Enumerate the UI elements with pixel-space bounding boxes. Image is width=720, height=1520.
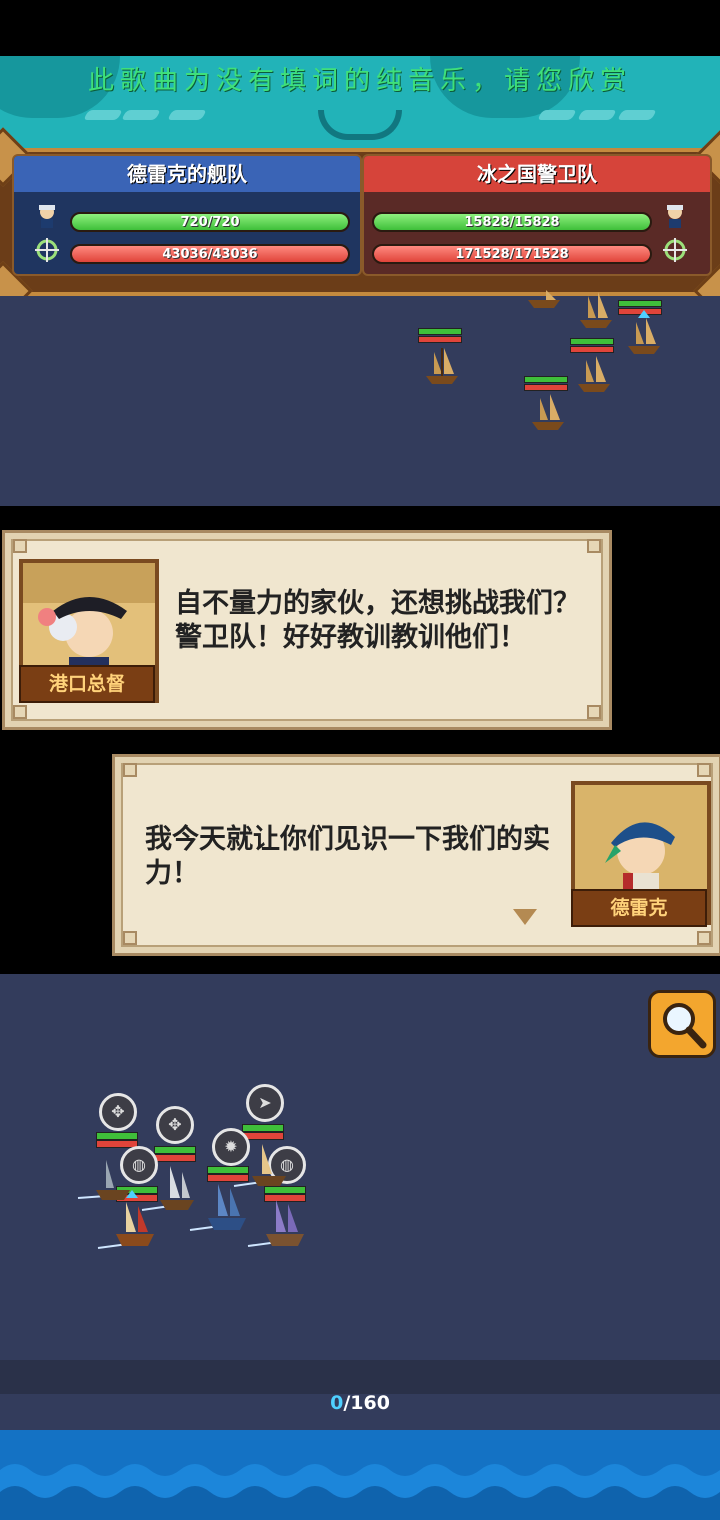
unit-class-icon[interactable]: ➤: [246, 1084, 284, 1122]
ship-hp-bars: [418, 328, 462, 343]
enemy-ship[interactable]: [574, 352, 614, 396]
enemy-crew-value: 15828/15828: [464, 215, 560, 230]
water-border: [0, 1430, 720, 1520]
ship-wheel-icon: [32, 236, 62, 264]
sea-area-enemy: [0, 290, 720, 506]
speaker-nameplate: 德雷克: [571, 889, 707, 927]
continue-arrow-icon[interactable]: [513, 909, 537, 925]
dialog-corner: [13, 539, 27, 553]
dialog-corner: [123, 931, 137, 945]
dialog-corner: [587, 539, 601, 553]
banner-decoration: [318, 110, 402, 140]
lyric-caption: 此歌曲为没有填词的纯音乐，请您欣赏: [87, 66, 632, 96]
ship-hp-bars: [96, 1132, 138, 1148]
enemy-crew-bar: 15828/15828: [372, 212, 652, 232]
status-area: [0, 0, 720, 56]
banner-stripe: [617, 110, 657, 120]
wave-progress-counter: 0/160: [0, 1392, 720, 1414]
player-flagship[interactable]: [96, 1190, 160, 1256]
battle-hud: 德雷克的舰队 720/720 43036/43036 冰之国警卫队 15828/…: [0, 127, 720, 321]
player-hull-value: 43036/43036: [162, 247, 258, 262]
player-hull-bar: 43036/43036: [70, 244, 350, 264]
dialog-corner: [13, 705, 27, 719]
player-ship[interactable]: [188, 1176, 252, 1238]
enemy-hull-bar: 171528/171528: [372, 244, 652, 264]
bottom-band: [0, 1360, 720, 1394]
dialog-corner: [697, 763, 711, 777]
dialog-text: 我今天就让你们见识一下我们的实力！: [145, 824, 550, 889]
enemy-hull-value: 171528/171528: [455, 247, 569, 262]
enemy-ship[interactable]: [528, 390, 568, 434]
progress-current: 0: [330, 1392, 344, 1414]
dialog-corner: [697, 931, 711, 945]
player-crew-value: 720/720: [180, 215, 240, 230]
dialog-box-drake[interactable]: 我今天就让你们见识一下我们的实力！ 德雷克: [112, 754, 720, 956]
unit-class-icon[interactable]: ✥: [156, 1106, 194, 1144]
enemy-fleet-name: 冰之国警卫队: [364, 156, 710, 192]
enemy-ship[interactable]: [524, 290, 564, 312]
unit-class-icon[interactable]: ✥: [99, 1093, 137, 1131]
sailor-icon: [660, 202, 690, 230]
banner-stripe: [537, 110, 577, 120]
dialog-text: 自不量力的家伙，还想挑战我们？警卫队！好好教训教训他们！: [175, 588, 580, 653]
dialog-corner: [587, 705, 601, 719]
enemy-flagship[interactable]: [624, 310, 664, 358]
player-ship[interactable]: [246, 1192, 310, 1254]
magnifier-icon: [663, 1003, 707, 1049]
ship-hp-bars: [524, 376, 568, 391]
ship-wheel-icon: [660, 236, 690, 264]
wave-pattern: [0, 1464, 720, 1520]
enemy-ship[interactable]: [576, 292, 616, 332]
magnifier-button[interactable]: [648, 990, 716, 1058]
player-crew-bar: 720/720: [70, 212, 350, 232]
banner-stripe: [121, 110, 161, 120]
enemy-fleet-panel: 冰之国警卫队 15828/15828 171528/171528: [362, 154, 712, 276]
progress-total: /160: [343, 1392, 390, 1414]
banner-stripe: [167, 110, 207, 120]
speaker-nameplate: 港口总督: [19, 665, 155, 703]
ship-hp-bars: [570, 338, 614, 353]
enemy-ship[interactable]: [422, 344, 462, 388]
banner-stripe: [577, 110, 617, 120]
dialog-box-governor[interactable]: 港口总督 自不量力的家伙，还想挑战我们？警卫队！好好教训教训他们！: [2, 530, 612, 730]
dialog-corner: [123, 763, 137, 777]
sailor-icon: [32, 202, 62, 230]
player-fleet-name: 德雷克的舰队: [14, 156, 360, 192]
banner-stripe: [83, 110, 123, 120]
player-fleet-panel: 德雷克的舰队 720/720 43036/43036: [12, 154, 362, 276]
